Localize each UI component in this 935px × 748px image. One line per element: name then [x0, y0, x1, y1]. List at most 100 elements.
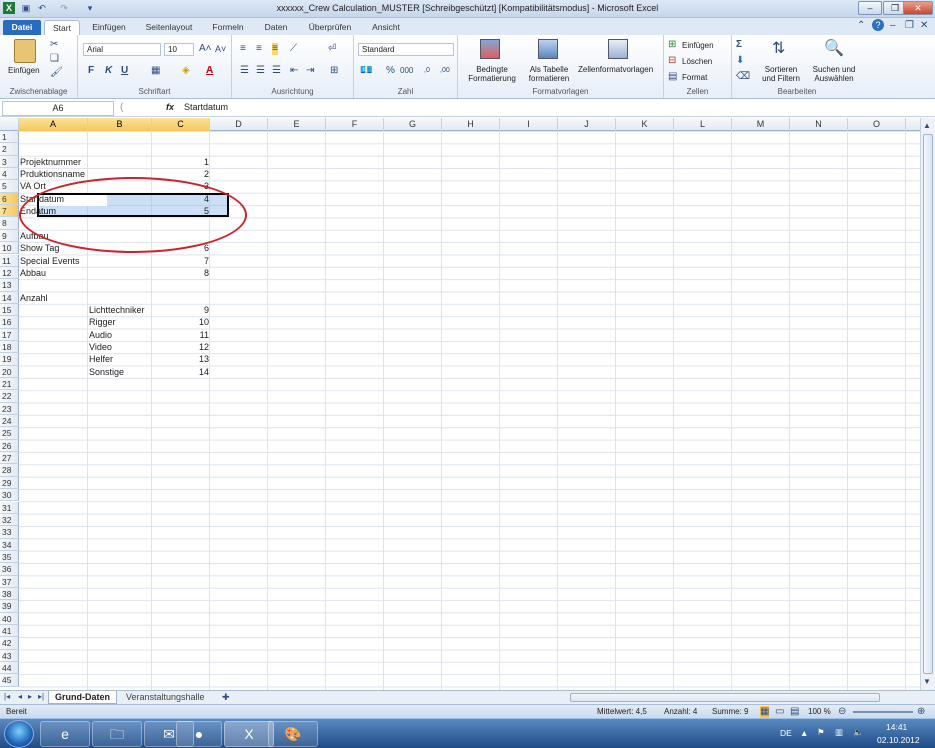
close-button[interactable]: ✕ [903, 1, 933, 15]
row-header-43[interactable]: 43 [0, 649, 19, 663]
row-header-33[interactable]: 33 [0, 526, 19, 539]
align-bottom-icon[interactable]: ≡ [272, 43, 278, 55]
tab-einfuegen[interactable]: Einfügen [86, 20, 132, 35]
prev-sheet-icon[interactable]: ◂ [18, 691, 22, 703]
row-header-16[interactable]: 16 [0, 316, 19, 329]
orientation-icon[interactable]: ⟋ [290, 43, 297, 55]
tab-ueberpruefen[interactable]: Überprüfen [302, 20, 358, 35]
cell-b20[interactable]: Sonstige [88, 366, 160, 378]
row-header-26[interactable]: 26 [0, 439, 19, 453]
column-header-l[interactable]: L [674, 118, 732, 131]
row-header-41[interactable]: 41 [0, 625, 19, 638]
row-header-39[interactable]: 39 [0, 600, 19, 613]
cell-a11[interactable]: Special Events [19, 255, 96, 267]
font-size-select[interactable]: 10 [164, 43, 194, 56]
volume-icon[interactable]: 🔈 [853, 727, 864, 738]
zoom-out-icon[interactable]: ⊖ [838, 706, 846, 718]
cell-c11[interactable]: 7 [152, 255, 210, 267]
doc-restore-icon[interactable]: ❐ [905, 20, 914, 32]
column-header-m[interactable]: M [732, 118, 790, 131]
column-header-b[interactable]: B [88, 118, 152, 131]
row-header-4[interactable]: 4 [0, 168, 19, 181]
zoom-slider[interactable] [853, 711, 913, 713]
page-layout-icon[interactable]: ▭ [775, 706, 784, 718]
number-format-select[interactable]: Standard [358, 43, 454, 56]
italic-button[interactable]: K [105, 65, 112, 77]
formula-input[interactable]: Startdatum [184, 102, 228, 112]
row-header-36[interactable]: 36 [0, 563, 19, 576]
last-sheet-icon[interactable]: ▸| [38, 691, 44, 703]
insert-function-button[interactable]: fx [166, 102, 174, 112]
cell-b17[interactable]: Audio [88, 329, 160, 341]
row-header-34[interactable]: 34 [0, 538, 19, 551]
cell-b15[interactable]: Lichttechniker [88, 304, 160, 316]
action-center-icon[interactable]: ⚑ [817, 727, 825, 738]
row-header-37[interactable]: 37 [0, 575, 19, 588]
copy-icon[interactable]: ❏ [50, 53, 59, 65]
name-box[interactable]: A6 [2, 101, 114, 116]
cell-c18[interactable]: 12 [152, 341, 210, 353]
sort-filter-button[interactable]: Sortieren und Filtern [758, 65, 804, 83]
underline-button[interactable]: U [121, 65, 128, 77]
row-header-20[interactable]: 20 [0, 365, 19, 378]
cell-styles-icon[interactable] [608, 39, 628, 59]
cell-c15[interactable]: 9 [152, 304, 210, 316]
row-header-19[interactable]: 19 [0, 353, 19, 366]
row-header-13[interactable]: 13 [0, 279, 19, 292]
cell-styles-button[interactable]: Zellenformatvorlagen [578, 65, 653, 74]
cell-b16[interactable]: Rigger [88, 316, 160, 328]
doc-minimize-icon[interactable]: – [890, 20, 896, 32]
row-header-27[interactable]: 27 [0, 452, 19, 465]
currency-icon[interactable]: 💶 [360, 65, 372, 77]
row-header-44[interactable]: 44 [0, 662, 19, 675]
cell-a4[interactable]: Prduktionsname [19, 168, 96, 180]
scroll-down-icon[interactable]: ▼ [923, 676, 931, 688]
firefox-icon[interactable]: ● [176, 721, 222, 747]
row-header-5[interactable]: 5 [0, 180, 19, 193]
start-button[interactable] [4, 720, 34, 748]
column-header-g[interactable]: G [384, 118, 442, 131]
network-icon[interactable]: ▥ [835, 727, 843, 738]
row-header-24[interactable]: 24 [0, 415, 19, 428]
align-top-icon[interactable]: ≡ [240, 43, 246, 55]
row-header-42[interactable]: 42 [0, 637, 19, 650]
format-cells-button[interactable]: Format [682, 73, 707, 82]
row-header-7[interactable]: 7 [0, 205, 19, 218]
minimize-button[interactable]: – [858, 1, 882, 15]
thousands-button[interactable]: 000 [400, 65, 413, 77]
tab-seitenlayout[interactable]: Seitenlayout [140, 20, 198, 35]
fill-icon[interactable]: ⬇ [736, 55, 744, 67]
column-header-d[interactable]: D [210, 118, 268, 131]
normal-view-icon[interactable]: ▦ [760, 706, 770, 718]
row-header-32[interactable]: 32 [0, 513, 19, 527]
align-left-icon[interactable]: ☰ [240, 65, 249, 77]
find-select-icon[interactable]: 🔍 [824, 39, 844, 59]
row-header-11[interactable]: 11 [0, 254, 19, 267]
row-header-12[interactable]: 12 [0, 266, 19, 280]
merge-center-icon[interactable]: ⊞ [330, 65, 338, 77]
cell-a14[interactable]: Anzahl [19, 292, 96, 304]
row-header-38[interactable]: 38 [0, 587, 19, 601]
delete-cells-button[interactable]: Löschen [682, 57, 712, 66]
spreadsheet-grid[interactable]: ABCDEFGHIJKLMNO 1 2 3 4 5 6 7 8 9 10 11 12 13 14 15 16 1… [0, 118, 920, 690]
show-hidden-icons-icon[interactable]: ▲ [800, 728, 808, 738]
row-header-25[interactable]: 25 [0, 427, 19, 440]
doc-close-icon[interactable]: ✕ [920, 20, 928, 32]
cell-c16[interactable]: 10 [152, 316, 210, 328]
sheet-tab-grund-daten[interactable]: Grund-Daten [48, 691, 117, 704]
column-header-e[interactable]: E [268, 118, 326, 131]
cell-c19[interactable]: 13 [152, 353, 210, 365]
tab-formeln[interactable]: Formeln [206, 20, 250, 35]
find-select-button[interactable]: Suchen und Auswählen [808, 65, 860, 83]
paste-button[interactable]: Einfügen [8, 66, 40, 75]
row-header-9[interactable]: 9 [0, 229, 19, 243]
autosum-icon[interactable]: Σ [736, 39, 742, 51]
column-header-n[interactable]: N [790, 118, 848, 131]
row-header-15[interactable]: 15 [0, 303, 19, 317]
scroll-thumb[interactable] [923, 134, 933, 674]
row-header-3[interactable]: 3 [0, 155, 19, 169]
align-middle-icon[interactable]: ≡ [256, 43, 262, 55]
language-indicator[interactable]: DE [780, 728, 792, 738]
excel-taskbar-icon[interactable]: X [224, 721, 274, 747]
column-header-j[interactable]: J [558, 118, 616, 131]
